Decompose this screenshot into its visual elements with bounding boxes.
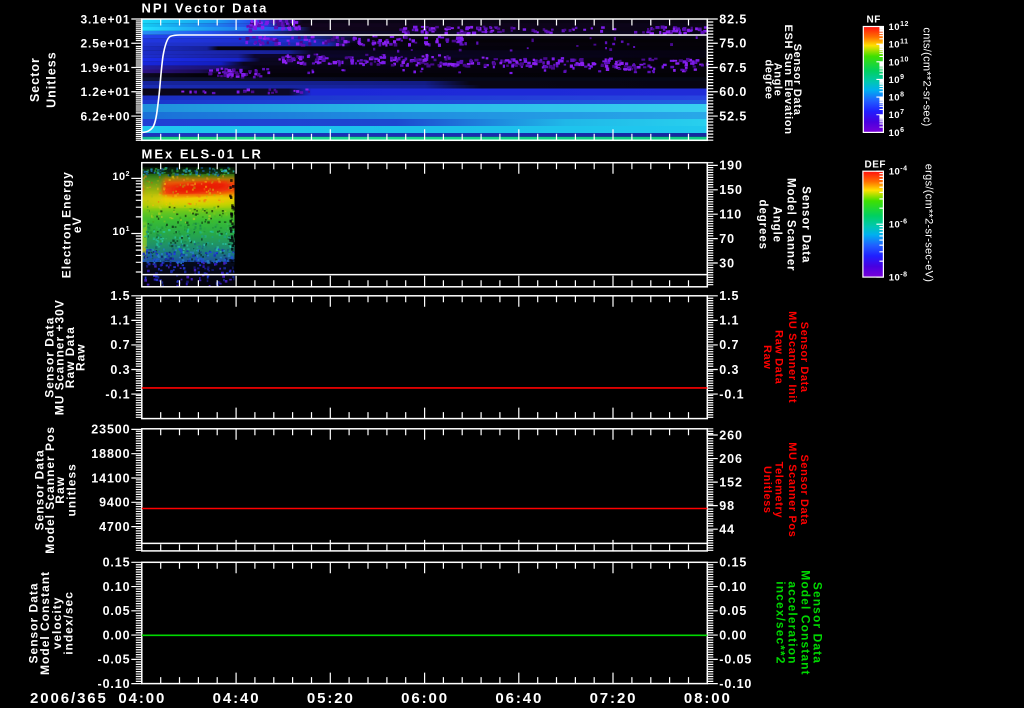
svg-text:0.00: 0.00 (719, 628, 747, 642)
svg-text:-0.05: -0.05 (719, 653, 752, 667)
svg-text:0.05: 0.05 (103, 604, 131, 618)
svg-text:3.1e+01: 3.1e+01 (80, 12, 130, 26)
svg-text:82.5: 82.5 (719, 12, 747, 26)
svg-text:23500: 23500 (91, 423, 130, 437)
svg-text:degrees: degrees (756, 200, 768, 250)
svg-text:0.3: 0.3 (110, 363, 130, 377)
svg-text:Model Constant: Model Constant (798, 570, 812, 675)
svg-text:1.2e+01: 1.2e+01 (80, 85, 130, 99)
svg-text:60.0: 60.0 (719, 85, 747, 99)
svg-text:0.10: 0.10 (103, 580, 131, 594)
svg-text:0.7: 0.7 (110, 338, 130, 352)
svg-text:0.15: 0.15 (103, 556, 131, 570)
svg-text:-0.10: -0.10 (98, 677, 131, 691)
svg-text:1.9e+01: 1.9e+01 (80, 61, 130, 75)
svg-text:0.05: 0.05 (719, 604, 747, 618)
svg-text:52.5: 52.5 (719, 109, 747, 123)
svg-text:4700: 4700 (99, 520, 130, 534)
svg-text:Raw: Raw (761, 345, 773, 369)
svg-text:degree: degree (763, 59, 775, 99)
svg-text:-0.05: -0.05 (98, 653, 131, 667)
svg-text:75.0: 75.0 (719, 37, 747, 51)
svg-text:-0.1: -0.1 (105, 387, 130, 401)
svg-text:0.10: 0.10 (719, 580, 747, 594)
svg-text:05:20: 05:20 (307, 690, 355, 707)
svg-text:incex/sec**2: incex/sec**2 (773, 581, 787, 664)
svg-text:Sensor Data: Sensor Data (798, 454, 810, 525)
svg-text:44: 44 (719, 523, 735, 537)
svg-text:NPI Vector Data: NPI Vector Data (142, 1, 269, 16)
svg-text:cnts/(cm**2-sr-sec): cnts/(cm**2-sr-sec) (921, 27, 933, 126)
svg-text:04:00: 04:00 (118, 690, 166, 707)
svg-text:67.5: 67.5 (719, 61, 747, 75)
svg-text:MU Scanner Pos: MU Scanner Pos (786, 442, 798, 537)
svg-text:190: 190 (719, 159, 743, 173)
svg-text:Model Scanner: Model Scanner (784, 178, 796, 272)
svg-text:MU Scanner Init: MU Scanner Init (786, 311, 798, 403)
svg-text:unitless: unitless (65, 463, 79, 516)
svg-text:70: 70 (719, 232, 735, 246)
svg-text:9400: 9400 (99, 496, 130, 510)
svg-text:Sensor Data: Sensor Data (798, 322, 810, 393)
svg-text:eV: eV (70, 216, 84, 233)
svg-text:206: 206 (719, 452, 743, 466)
svg-text:18800: 18800 (91, 447, 130, 461)
svg-text:07:20: 07:20 (590, 690, 638, 707)
svg-text:NF: NF (867, 15, 881, 26)
svg-text:0.3: 0.3 (719, 363, 739, 377)
svg-text:Raw: Raw (74, 343, 88, 371)
svg-text:6.2e+00: 6.2e+00 (80, 109, 130, 123)
svg-text:Unitless: Unitless (761, 466, 773, 514)
svg-text:1.1: 1.1 (719, 314, 739, 328)
svg-text:1.5: 1.5 (719, 289, 739, 303)
svg-text:06:00: 06:00 (401, 690, 449, 707)
svg-text:98: 98 (719, 499, 735, 513)
svg-text:Sector: Sector (28, 57, 42, 102)
svg-text:110: 110 (719, 208, 742, 222)
svg-text:1.5: 1.5 (110, 289, 130, 303)
svg-text:-0.1: -0.1 (719, 387, 744, 401)
svg-text:04:40: 04:40 (213, 690, 261, 707)
svg-text:30: 30 (719, 256, 735, 270)
svg-text:260: 260 (719, 428, 743, 442)
svg-text:Angle: Angle (770, 207, 782, 243)
svg-text:MEx ELS-01 LR: MEx ELS-01 LR (142, 147, 263, 162)
svg-text:0.15: 0.15 (719, 556, 747, 570)
svg-text:index/sec: index/sec (62, 591, 76, 655)
svg-text:0.7: 0.7 (719, 338, 739, 352)
svg-text:Unitless: Unitless (45, 51, 59, 108)
svg-text:Telemetry: Telemetry (772, 462, 784, 519)
svg-text:1.1: 1.1 (110, 314, 130, 328)
svg-text:2006/365: 2006/365 (30, 690, 108, 707)
svg-text:2.5e+01: 2.5e+01 (80, 37, 130, 51)
svg-text:08:00: 08:00 (684, 690, 732, 707)
svg-text:Raw Data: Raw Data (773, 330, 785, 385)
svg-text:ergs/(cm**2-sr-sec-eV): ergs/(cm**2-sr-sec-eV) (923, 164, 935, 282)
svg-text:DEF: DEF (865, 160, 887, 171)
svg-text:0.00: 0.00 (103, 628, 131, 642)
svg-text:14100: 14100 (91, 471, 130, 485)
svg-text:150: 150 (719, 183, 743, 197)
svg-text:06:40: 06:40 (495, 690, 543, 707)
svg-text:-0.10: -0.10 (719, 677, 752, 691)
svg-text:Sensor Data: Sensor Data (799, 186, 811, 263)
svg-text:152: 152 (719, 475, 743, 489)
